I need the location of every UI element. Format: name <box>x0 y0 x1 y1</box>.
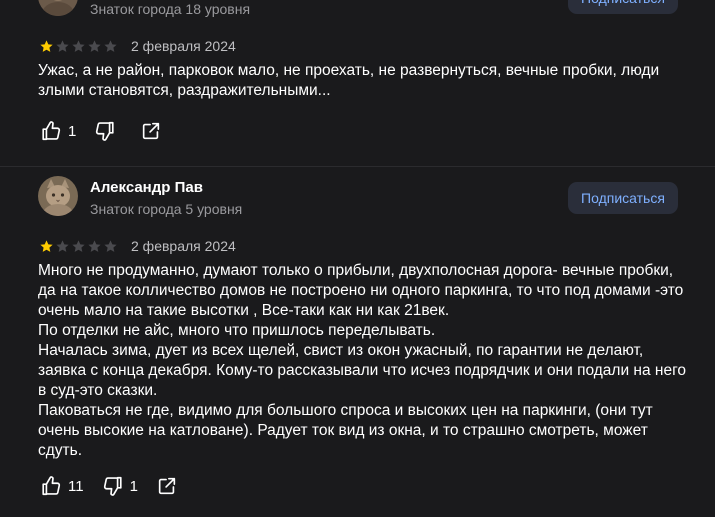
rating-row: 2 февраля 2024 <box>39 238 236 254</box>
like-button[interactable]: 11 <box>40 475 84 497</box>
review-paragraph: Паковаться не где, видимо для большого с… <box>38 402 653 459</box>
star-rating <box>39 239 118 254</box>
thumbs-up-icon <box>42 476 61 496</box>
review-divider <box>0 166 715 167</box>
review-paragraph: Началась зима, дует из всех щелей, свист… <box>38 342 687 399</box>
reviews-page: Знаток города 18 уровня Подписаться 2 фе… <box>0 0 715 517</box>
avatar-image <box>38 176 78 216</box>
share-button[interactable] <box>156 475 178 497</box>
author-level: Знаток города 5 уровня <box>90 201 243 217</box>
dislike-button[interactable]: 1 <box>102 475 138 497</box>
avatar[interactable] <box>38 0 78 16</box>
review-date: 2 февраля 2024 <box>131 238 236 254</box>
review-paragraph: Ужас, а не район, парковок мало, не прое… <box>38 62 660 99</box>
star-empty-icon <box>56 239 69 252</box>
star-filled-icon <box>40 239 53 252</box>
star-empty-icon <box>104 239 117 252</box>
star-filled-icon <box>40 39 53 52</box>
thumbs-up-icon <box>42 121 61 141</box>
star-empty-icon <box>72 239 85 252</box>
review-actions: 1 <box>40 119 180 143</box>
star-empty-icon <box>88 39 101 52</box>
subscribe-button[interactable]: Подписаться <box>568 182 678 214</box>
star-empty-icon <box>88 239 101 252</box>
review-paragraph: Много не продуманно, думают только о при… <box>38 262 684 319</box>
author-name[interactable]: Александр Пав <box>90 179 203 196</box>
author-level: Знаток города 18 уровня <box>90 1 251 17</box>
star-empty-icon <box>56 39 69 52</box>
review-text: Ужас, а не район, парковок мало, не прое… <box>38 61 688 101</box>
dislike-button[interactable] <box>94 120 122 142</box>
like-count: 11 <box>68 477 84 495</box>
avatar[interactable] <box>38 176 78 216</box>
share-icon <box>158 477 176 495</box>
thumbs-down-icon <box>103 476 122 496</box>
star-rating <box>39 39 118 54</box>
review-date: 2 февраля 2024 <box>131 38 236 54</box>
review-actions: 11 1 <box>40 474 196 498</box>
like-count: 1 <box>68 122 77 140</box>
star-empty-icon <box>104 39 117 52</box>
share-button[interactable] <box>140 120 162 142</box>
thumbs-down-icon <box>96 121 114 141</box>
share-icon <box>143 122 160 140</box>
review-paragraph: По отделки не айс, много что пришлось пе… <box>38 322 436 339</box>
like-button[interactable]: 1 <box>40 120 76 142</box>
subscribe-button[interactable]: Подписаться <box>568 0 678 14</box>
avatar-image <box>38 0 78 16</box>
review-text: Много не продуманно, думают только о при… <box>38 261 688 461</box>
rating-row: 2 февраля 2024 <box>39 38 236 54</box>
dislike-count: 1 <box>129 477 138 495</box>
star-empty-icon <box>72 39 85 52</box>
